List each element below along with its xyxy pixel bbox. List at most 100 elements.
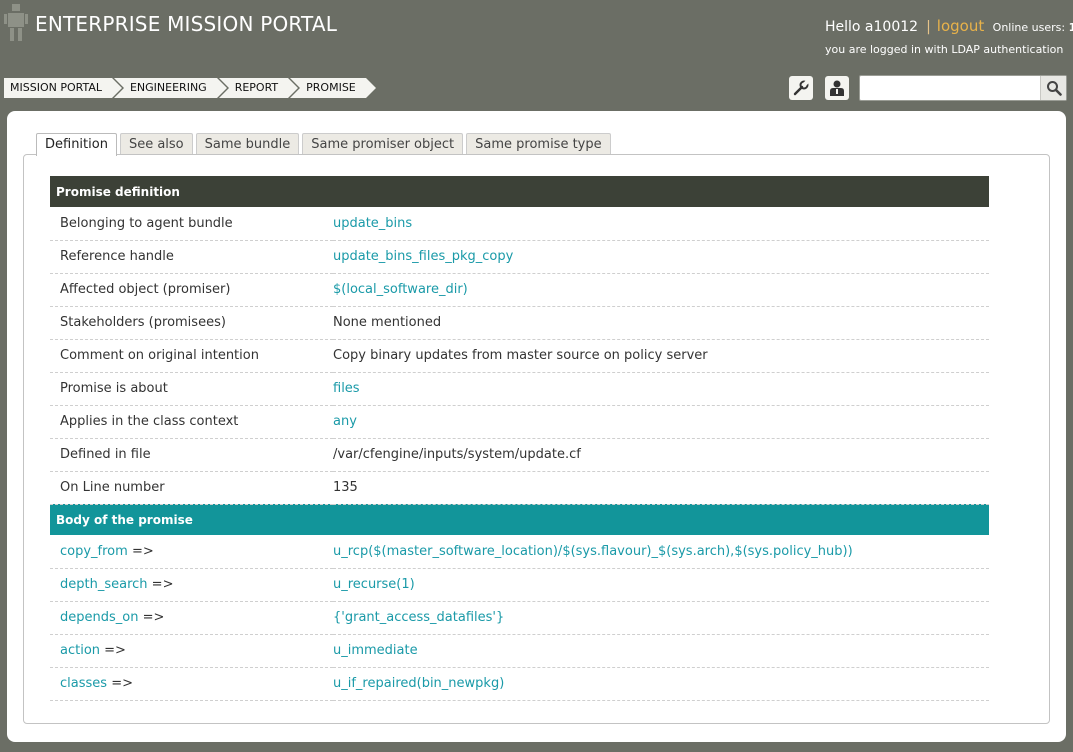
definition-row: Reference handle update_bins_files_pkg_co… xyxy=(50,240,989,274)
body-key-link[interactable]: action xyxy=(60,643,100,658)
breadcrumb: MISSION PORTAL ENGINEERING REPORT PROMIS… xyxy=(4,78,378,98)
definition-header-row: Promise definition xyxy=(50,176,989,207)
wrench-icon xyxy=(793,80,809,96)
definition-key: Applies in the class context xyxy=(50,405,333,439)
definition-row: Defined in file/var/cfengine/inputs/syst… xyxy=(50,438,989,472)
auth-info: you are logged in with LDAP authenticati… xyxy=(825,43,1064,56)
tab-same-promise-type[interactable]: Same promise type xyxy=(466,133,611,155)
definition-value: /var/cfengine/inputs/system/update.cf xyxy=(333,447,581,462)
promise-table: Promise definition Belonging to agent bu… xyxy=(50,176,989,701)
body-arrow: => xyxy=(111,676,133,691)
body-value-link[interactable]: u_if_repaired(bin_newpkg) xyxy=(333,676,504,691)
app-title: ENTERPRISE MISSION PORTAL xyxy=(35,12,338,36)
tab-same-bundle[interactable]: Same bundle xyxy=(195,133,300,155)
definition-key: Comment on original intention xyxy=(50,339,333,373)
greeting: Hello a10012 xyxy=(825,19,919,35)
definition-row: Promise is about files xyxy=(50,372,989,406)
body-heading: Body of the promise xyxy=(50,504,989,535)
definition-value-cell: /var/cfengine/inputs/system/update.cf xyxy=(333,438,989,472)
definition-value-link[interactable]: files xyxy=(333,381,360,396)
definition-key: Reference handle xyxy=(50,240,333,274)
tab-same-promiser-object[interactable]: Same promiser object xyxy=(302,133,464,155)
body-row: depends_on => {'grant_access_datafiles'} xyxy=(50,601,989,635)
definition-value: 135 xyxy=(333,480,358,495)
body-value-cell: u_immediate xyxy=(333,634,989,668)
user-profile-button[interactable] xyxy=(825,76,849,100)
definition-value-link[interactable]: any xyxy=(333,414,357,429)
definition-value-cell: 135 xyxy=(333,471,989,505)
online-users-label: Online users: xyxy=(992,21,1066,34)
definition-value: Copy binary updates from master source o… xyxy=(333,348,708,363)
definition-value-cell: update_bins xyxy=(333,207,989,241)
search-icon xyxy=(1046,81,1062,96)
definition-value-cell: update_bins_files_pkg_copy xyxy=(333,240,989,274)
definition-value-cell: $(local_software_dir) xyxy=(333,273,989,307)
logout-link[interactable]: logout xyxy=(937,17,984,35)
tab-bar: Definition See also Same bundle Same pro… xyxy=(36,133,614,156)
search-button[interactable] xyxy=(1040,76,1066,100)
body-value-link[interactable]: u_immediate xyxy=(333,643,418,658)
body-row: classes => u_if_repaired(bin_newpkg) xyxy=(50,667,989,701)
body-value-cell: u_if_repaired(bin_newpkg) xyxy=(333,667,989,701)
definition-value-cell: None mentioned xyxy=(333,306,989,340)
definition-heading: Promise definition xyxy=(50,176,989,207)
body-value-cell: u_rcp($(master_software_location)/$(sys.… xyxy=(333,535,989,569)
definition-key: Belonging to agent bundle xyxy=(50,207,333,241)
breadcrumb-engineering[interactable]: ENGINEERING xyxy=(113,78,229,98)
definition-row: Belonging to agent bundle update_bins xyxy=(50,207,989,241)
definition-key: Affected object (promiser) xyxy=(50,273,333,307)
body-key-cell: depth_search => xyxy=(50,568,333,602)
body-row: depth_search => u_recurse(1) xyxy=(50,568,989,602)
definition-key: Stakeholders (promisees) xyxy=(50,306,333,340)
breadcrumb-mission-portal[interactable]: MISSION PORTAL xyxy=(4,78,124,98)
definition-row: On Line number 135 xyxy=(50,471,989,505)
body-key-cell: classes => xyxy=(50,667,333,701)
settings-button[interactable] xyxy=(789,76,813,100)
definition-row: Applies in the class context any xyxy=(50,405,989,439)
online-users: Online users: 1 xyxy=(993,21,1073,34)
definition-value-link[interactable]: $(local_software_dir) xyxy=(333,282,468,297)
user-status-line: Hello a10012 | logout Online users: 1 xyxy=(825,17,1073,35)
main-panel: Definition See also Same bundle Same pro… xyxy=(7,111,1066,742)
body-key-link[interactable]: copy_from xyxy=(60,544,128,559)
definition-key: Defined in file xyxy=(50,438,333,472)
tab-content: Promise definition Belonging to agent bu… xyxy=(23,154,1050,724)
definition-key: Promise is about xyxy=(50,372,333,406)
body-key-link[interactable]: depends_on xyxy=(60,610,138,625)
definition-value-link[interactable]: update_bins_files_pkg_copy xyxy=(333,249,513,264)
body-value-link[interactable]: {'grant_access_datafiles'} xyxy=(333,610,504,625)
body-header-row: Body of the promise xyxy=(50,504,989,535)
breadcrumb-promise[interactable]: PROMISE xyxy=(290,78,378,98)
body-arrow: => xyxy=(131,543,154,559)
definition-row: Stakeholders (promisees) None mentioned xyxy=(50,306,989,340)
online-users-count: 1 xyxy=(1068,21,1073,34)
body-key-link[interactable]: classes xyxy=(60,676,107,691)
tab-see-also[interactable]: See also xyxy=(119,133,193,155)
search-input[interactable] xyxy=(862,78,1038,98)
body-value-cell: u_recurse(1) xyxy=(333,568,989,602)
body-arrow: => xyxy=(104,643,126,658)
body-key-link[interactable]: depth_search xyxy=(60,577,148,592)
body-key-cell: copy_from => xyxy=(50,535,333,569)
body-value-link[interactable]: u_recurse(1) xyxy=(333,577,415,592)
body-row: action => u_immediate xyxy=(50,634,989,668)
body-value-link[interactable]: u_rcp($(master_software_location)/$(sys.… xyxy=(333,544,853,559)
body-value-cell: {'grant_access_datafiles'} xyxy=(333,601,989,635)
app-header: ENTERPRISE MISSION PORTAL Hello a10012 | l… xyxy=(0,0,1073,110)
tab-definition[interactable]: Definition xyxy=(36,133,117,156)
search-box xyxy=(859,75,1067,101)
body-row: copy_from => u_rcp($(master_software_loca… xyxy=(50,535,989,569)
definition-value-link[interactable]: update_bins xyxy=(333,216,412,231)
body-key-cell: depends_on => xyxy=(50,601,333,635)
definition-value: None mentioned xyxy=(333,315,442,330)
body-arrow: => xyxy=(142,610,165,625)
definition-value-cell: any xyxy=(333,405,989,439)
separator: | xyxy=(926,19,931,35)
definition-key: On Line number xyxy=(50,471,333,505)
definition-row: Comment on original intention Copy binary… xyxy=(50,339,989,373)
body-key-cell: action => xyxy=(50,634,333,668)
user-icon xyxy=(830,80,844,96)
definition-row: Affected object (promiser) $(local_softwa… xyxy=(50,273,989,307)
breadcrumb-report[interactable]: REPORT xyxy=(218,78,301,98)
body-arrow: => xyxy=(151,577,174,592)
